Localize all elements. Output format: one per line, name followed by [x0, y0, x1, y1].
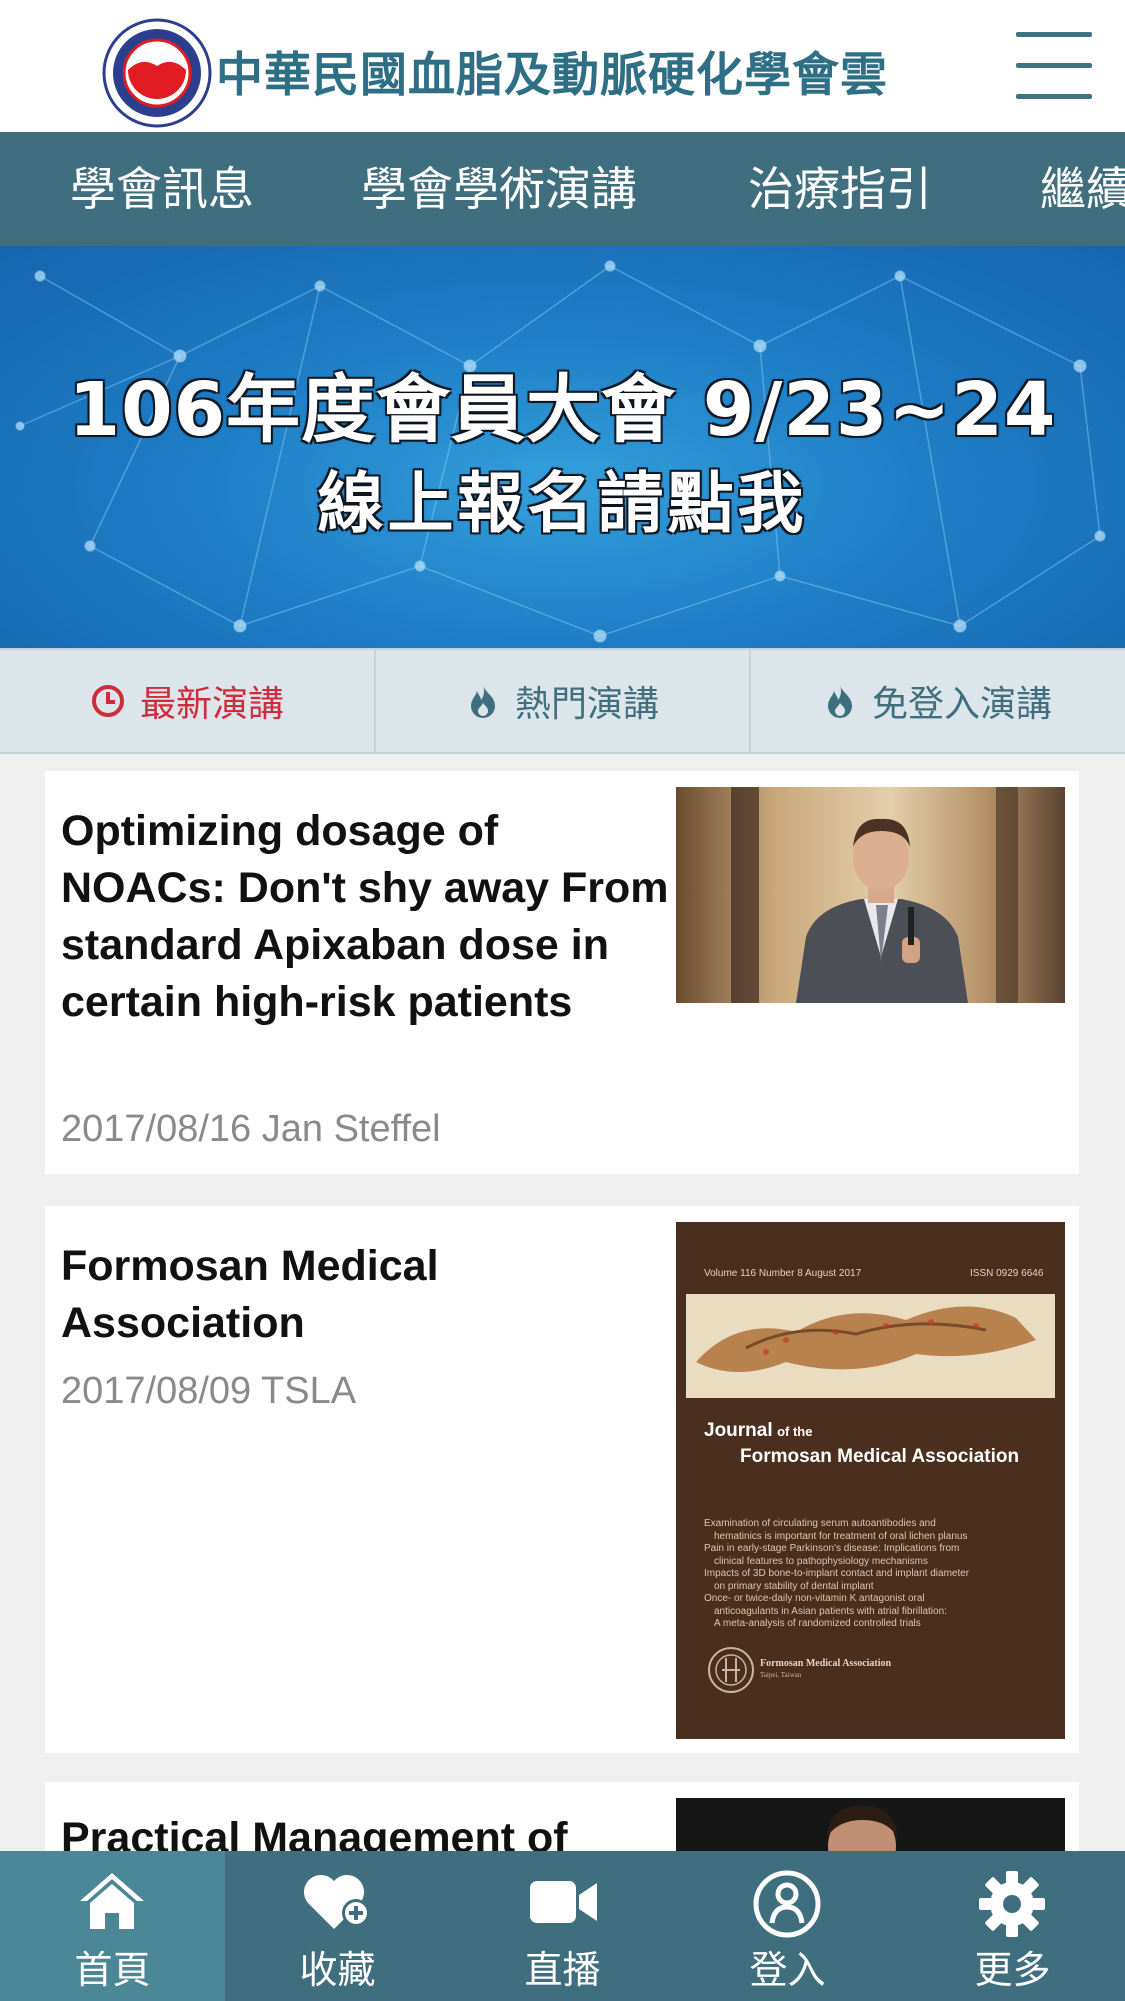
tab-no-login-lectures[interactable]: 免登入演講	[749, 650, 1123, 752]
tab-latest-lectures[interactable]: 最新演講	[0, 650, 374, 752]
lecture-title: Practical Management of	[61, 1814, 568, 1851]
lecture-title: Formosan Medical Association	[61, 1242, 439, 1347]
lecture-card[interactable]: Optimizing dosage of NOACs: Don't shy aw…	[45, 771, 1079, 1174]
cover-contents-line: anticoagulants in Asian patients with at…	[714, 1605, 947, 1617]
tab-label: 最新演講	[139, 684, 284, 725]
bottom-tab-label: 直播	[524, 1948, 601, 1992]
lecture-tabs: 最新演講 熱門演講 免登入演講	[0, 648, 1125, 754]
bottom-tab-label: 更多	[974, 1948, 1051, 1992]
bottom-tab-login[interactable]: 登入	[675, 1851, 900, 2001]
bottom-tab-label: 登入	[749, 1948, 826, 1992]
cover-volume: Volume 116 Number 8 August 2017	[704, 1268, 862, 1279]
lecture-meta: 2017/08/09 TSLA	[61, 1370, 357, 1412]
cover-contents-line: Pain in early-stage Parkinson's disease:…	[704, 1543, 960, 1554]
tab-label: 免登入演講	[871, 684, 1052, 725]
app-header: 中華民國血脂及動脈硬化學會雲	[0, 0, 1125, 132]
cover-contents-line: on primary stability of dental implant	[714, 1580, 874, 1592]
bottom-tab-live[interactable]: 直播	[450, 1851, 675, 2001]
cover-contents-line: Impacts of 3D bone-to-implant contact an…	[704, 1568, 970, 1579]
bottom-tab-bar: 首頁 收藏 直播 登入 更多	[0, 1851, 1125, 2001]
video-camera-icon	[530, 1881, 597, 1923]
lecture-title: Optimizing dosage of NOACs: Don't shy aw…	[61, 807, 669, 1026]
cover-journal-word: Journal	[704, 1420, 773, 1441]
lecture-meta: 2017/08/16 Jan Steffel	[61, 1108, 441, 1150]
hamburger-menu-icon[interactable]	[1016, 30, 1094, 102]
journal-cover: Volume 116 Number 8 August 2017 ISSN 092…	[676, 1222, 1065, 1739]
lecture-thumbnail	[676, 787, 1065, 1003]
cover-contents-line: clinical features to pathophysiology mec…	[714, 1555, 928, 1567]
fire-icon	[470, 685, 495, 718]
cover-contents-line: A meta-analysis of randomized controlled…	[714, 1618, 921, 1629]
promo-banner[interactable]: 106年度會員大會 9/23~24 線上報名請點我	[0, 246, 1125, 648]
tab-label: 熱門演講	[514, 684, 659, 725]
user-circle-icon	[753, 1870, 821, 1938]
nav-item-continuing[interactable]: 繼續	[1040, 132, 1125, 246]
home-icon	[80, 1873, 144, 1929]
cover-contents-line: Examination of circulating serum autoant…	[704, 1518, 936, 1529]
cover-of-the: of the	[777, 1424, 813, 1439]
bottom-tab-label: 收藏	[299, 1948, 376, 1992]
lecture-thumbnail	[676, 1798, 1065, 1851]
tab-popular-lectures[interactable]: 熱門演講	[374, 650, 748, 752]
bottom-tab-label: 首頁	[74, 1948, 151, 1992]
lecture-card[interactable]: Practical Management of	[45, 1782, 1079, 1851]
nav-item-treatment-guidelines[interactable]: 治療指引	[748, 132, 932, 246]
bottom-tab-favorites[interactable]: 收藏	[225, 1851, 450, 2001]
bottom-tab-home[interactable]: 首頁	[0, 1851, 225, 2001]
banner-headline: 106年度會員大會 9/23~24	[68, 367, 1057, 453]
heart-plus-icon	[303, 1874, 370, 1929]
cover-contents: Examination of circulating serum autoant…	[704, 1518, 1049, 1631]
cover-contents-line: Once- or twice-daily non-vitamin K antag…	[704, 1593, 925, 1604]
cover-contents-line: hematinics is important for treatment of…	[714, 1530, 968, 1542]
cover-journal-name: Formosan Medical Association	[740, 1446, 1020, 1467]
lecture-card[interactable]: Formosan Medical Association 2017/08/09 …	[45, 1206, 1079, 1753]
gear-icon	[979, 1871, 1045, 1937]
site-title: 中華民國血脂及動脈硬化學會雲	[216, 48, 888, 103]
clock-icon	[91, 685, 124, 717]
nav-item-academic-lectures[interactable]: 學會學術演講	[361, 132, 637, 246]
cover-publisher: Formosan Medical Association	[760, 1658, 892, 1669]
fire-icon	[827, 685, 852, 718]
society-logo-icon[interactable]	[102, 18, 212, 128]
cover-publisher-city: Taipei, Taiwan	[760, 1671, 802, 1679]
bottom-tab-more[interactable]: 更多	[900, 1851, 1125, 2001]
nav-item-society-news[interactable]: 學會訊息	[70, 132, 254, 246]
top-nav: 學會訊息 學會學術演講 治療指引 繼續	[0, 132, 1125, 246]
banner-subline: 線上報名請點我	[317, 465, 808, 542]
cover-issn: ISSN 0929 6646	[970, 1268, 1044, 1279]
